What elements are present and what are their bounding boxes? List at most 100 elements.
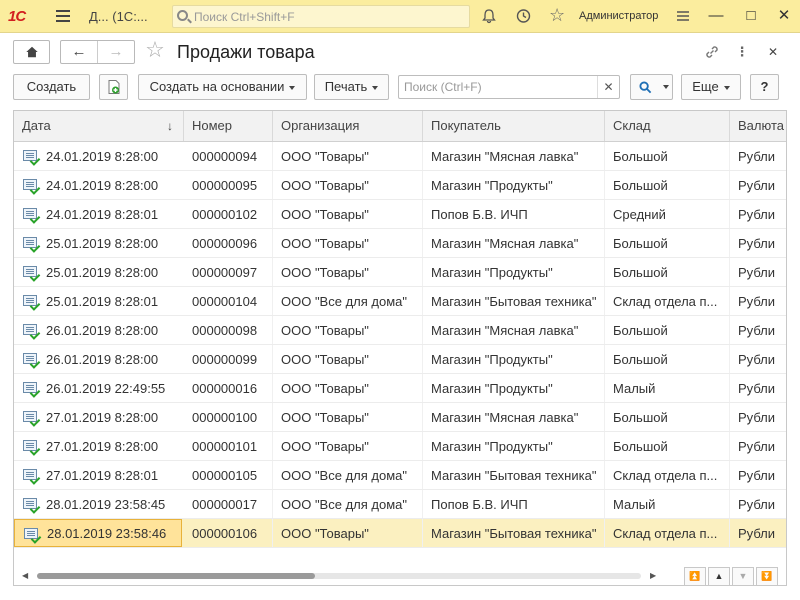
cell-text: Большой — [613, 352, 668, 367]
table-row[interactable]: 27.01.2019 8:28:00 000000101 ООО "Товары" М… — [14, 432, 786, 461]
page-up-button[interactable]: ▲ — [708, 567, 730, 586]
table-row[interactable]: 28.01.2019 23:58:45 000000017 ООО "Все для… — [14, 490, 786, 519]
settings-icon[interactable] — [676, 9, 690, 23]
table-header: Дата ↓ Номер Организация Покупатель Склад Валю… — [14, 111, 786, 142]
cell-text: Средний — [613, 207, 666, 222]
cell-text: Большой — [613, 178, 668, 193]
column-currency-cell: Рубли — [730, 345, 786, 373]
link-icon[interactable] — [702, 42, 722, 62]
column-buyer-cell: Магазин "Бытовая техника" — [423, 287, 605, 315]
posted-document-icon — [23, 498, 37, 509]
cell-text: ООО "Товары" — [281, 526, 369, 541]
column-currency-header[interactable]: Валюта — [730, 111, 786, 141]
help-button[interactable]: ? — [750, 74, 779, 100]
table-row[interactable]: 27.01.2019 8:28:00 000000100 ООО "Товары" М… — [14, 403, 786, 432]
menu-icon[interactable] — [56, 10, 70, 22]
search-options-button[interactable] — [630, 74, 673, 100]
column-header-label: Валюта — [738, 118, 784, 133]
column-store-cell: Большой — [605, 142, 730, 170]
table-row[interactable]: 27.01.2019 8:28:01 000000105 ООО "Все для … — [14, 461, 786, 490]
global-search-input[interactable]: Поиск Ctrl+Shift+F — [172, 5, 470, 28]
column-organization-cell: ООО "Товары" — [273, 403, 423, 431]
create-based-on-button[interactable]: Создать на основании — [138, 74, 307, 100]
column-currency-cell: Рубли — [730, 229, 786, 257]
column-currency-cell: Рубли — [730, 316, 786, 344]
column-date-header[interactable]: Дата ↓ — [14, 111, 184, 141]
clear-search-button[interactable]: ✕ — [597, 76, 619, 98]
cell-text: 26.01.2019 8:28:00 — [46, 323, 159, 338]
first-page-button[interactable]: ⏫ — [684, 567, 706, 586]
back-button[interactable]: ← — [61, 41, 98, 63]
search-icon — [639, 81, 652, 94]
column-date-cell: 26.01.2019 8:28:00 — [14, 316, 182, 344]
table-row[interactable]: 28.01.2019 23:58:46 000000106 ООО "Товары"… — [14, 519, 786, 548]
add-to-favorites-icon[interactable]: ☆ — [145, 39, 165, 61]
column-store-cell: Средний — [605, 200, 730, 228]
scroll-right-icon[interactable]: ▶ — [650, 571, 656, 580]
close-app-button[interactable]: ✕ — [774, 6, 794, 26]
column-number-cell: 000000106 — [184, 519, 273, 547]
table-row[interactable]: 26.01.2019 8:28:00 000000099 ООО "Товары" М… — [14, 345, 786, 374]
column-organization-header[interactable]: Организация — [273, 111, 423, 141]
table-row[interactable]: 25.01.2019 8:28:01 000000104 ООО "Все для … — [14, 287, 786, 316]
table-row[interactable]: 25.01.2019 8:28:00 000000097 ООО "Товары" М… — [14, 258, 786, 287]
column-organization-cell: ООО "Товары" — [273, 345, 423, 373]
column-store-header[interactable]: Склад — [605, 111, 730, 141]
home-button[interactable] — [13, 40, 50, 64]
column-store-cell: Большой — [605, 229, 730, 257]
cell-text: Рубли — [738, 526, 776, 541]
page-down-button[interactable]: ▼ — [732, 567, 754, 586]
table-row[interactable]: 26.01.2019 8:28:00 000000098 ООО "Товары" М… — [14, 316, 786, 345]
column-buyer-cell: Магазин "Продукты" — [423, 171, 605, 199]
table-row[interactable]: 24.01.2019 8:28:00 000000094 ООО "Товары" М… — [14, 142, 786, 171]
list-search-input[interactable]: Поиск (Ctrl+F) ✕ — [398, 75, 620, 99]
last-page-button[interactable]: ⏬ — [756, 567, 778, 586]
favorites-icon[interactable]: ☆ — [549, 5, 565, 26]
table-row[interactable]: 24.01.2019 8:28:01 000000102 ООО "Товары" П… — [14, 200, 786, 229]
column-number-cell: 000000104 — [184, 287, 273, 315]
cell-text: ООО "Товары" — [281, 265, 369, 280]
column-store-cell: Склад отдела п... — [605, 287, 730, 315]
cell-text: ООО "Все для дома" — [281, 468, 407, 483]
posted-document-icon — [23, 411, 37, 422]
column-currency-cell: Рубли — [730, 403, 786, 431]
minimize-button[interactable]: — — [706, 6, 726, 26]
cell-text: 27.01.2019 8:28:01 — [46, 468, 159, 483]
forward-button[interactable]: → — [98, 41, 134, 63]
more-options-icon[interactable]: ⋮ — [732, 42, 752, 62]
column-number-header[interactable]: Номер — [184, 111, 273, 141]
table-row[interactable]: 24.01.2019 8:28:00 000000095 ООО "Товары" М… — [14, 171, 786, 200]
column-header-label: Склад — [613, 118, 651, 133]
cell-text: Большой — [613, 236, 668, 251]
column-currency-cell: Рубли — [730, 519, 786, 547]
table-row[interactable]: 25.01.2019 8:28:00 000000096 ООО "Товары" М… — [14, 229, 786, 258]
create-button[interactable]: Создать — [13, 74, 90, 100]
more-button[interactable]: Еще — [681, 74, 741, 100]
column-store-cell: Малый — [605, 374, 730, 402]
cell-text: ООО "Товары" — [281, 439, 369, 454]
print-button[interactable]: Печать — [314, 74, 389, 100]
scroll-left-icon[interactable]: ◀ — [22, 571, 28, 580]
cell-text: 28.01.2019 23:58:45 — [46, 497, 166, 512]
column-date-cell: 25.01.2019 8:28:00 — [14, 229, 182, 257]
cell-text: Рубли — [738, 497, 776, 512]
column-organization-cell: ООО "Товары" — [273, 171, 423, 199]
history-icon[interactable] — [515, 8, 531, 24]
close-window-button[interactable]: ✕ — [763, 42, 783, 62]
column-buyer-cell: Магазин "Продукты" — [423, 345, 605, 373]
table-row[interactable]: 26.01.2019 22:49:55 000000016 ООО "Товары"… — [14, 374, 786, 403]
scroll-thumb[interactable] — [37, 573, 315, 579]
horizontal-scrollbar[interactable]: ◀ ▶ — [22, 571, 658, 581]
copy-button[interactable] — [99, 74, 128, 100]
user-name[interactable]: Администратор — [579, 10, 658, 22]
app-title[interactable]: Д... (1С:... — [89, 9, 148, 24]
column-buyer-cell: Магазин "Мясная лавка" — [423, 403, 605, 431]
column-buyer-header[interactable]: Покупатель — [423, 111, 605, 141]
cell-text: Большой — [613, 439, 668, 454]
cell-text: 000000100 — [192, 410, 258, 425]
bell-icon[interactable] — [481, 8, 497, 24]
maximize-button[interactable]: □ — [741, 6, 761, 26]
cell-text: Склад отдела п... — [613, 468, 718, 483]
column-store-cell: Большой — [605, 432, 730, 460]
cell-text: 000000096 — [192, 236, 258, 251]
